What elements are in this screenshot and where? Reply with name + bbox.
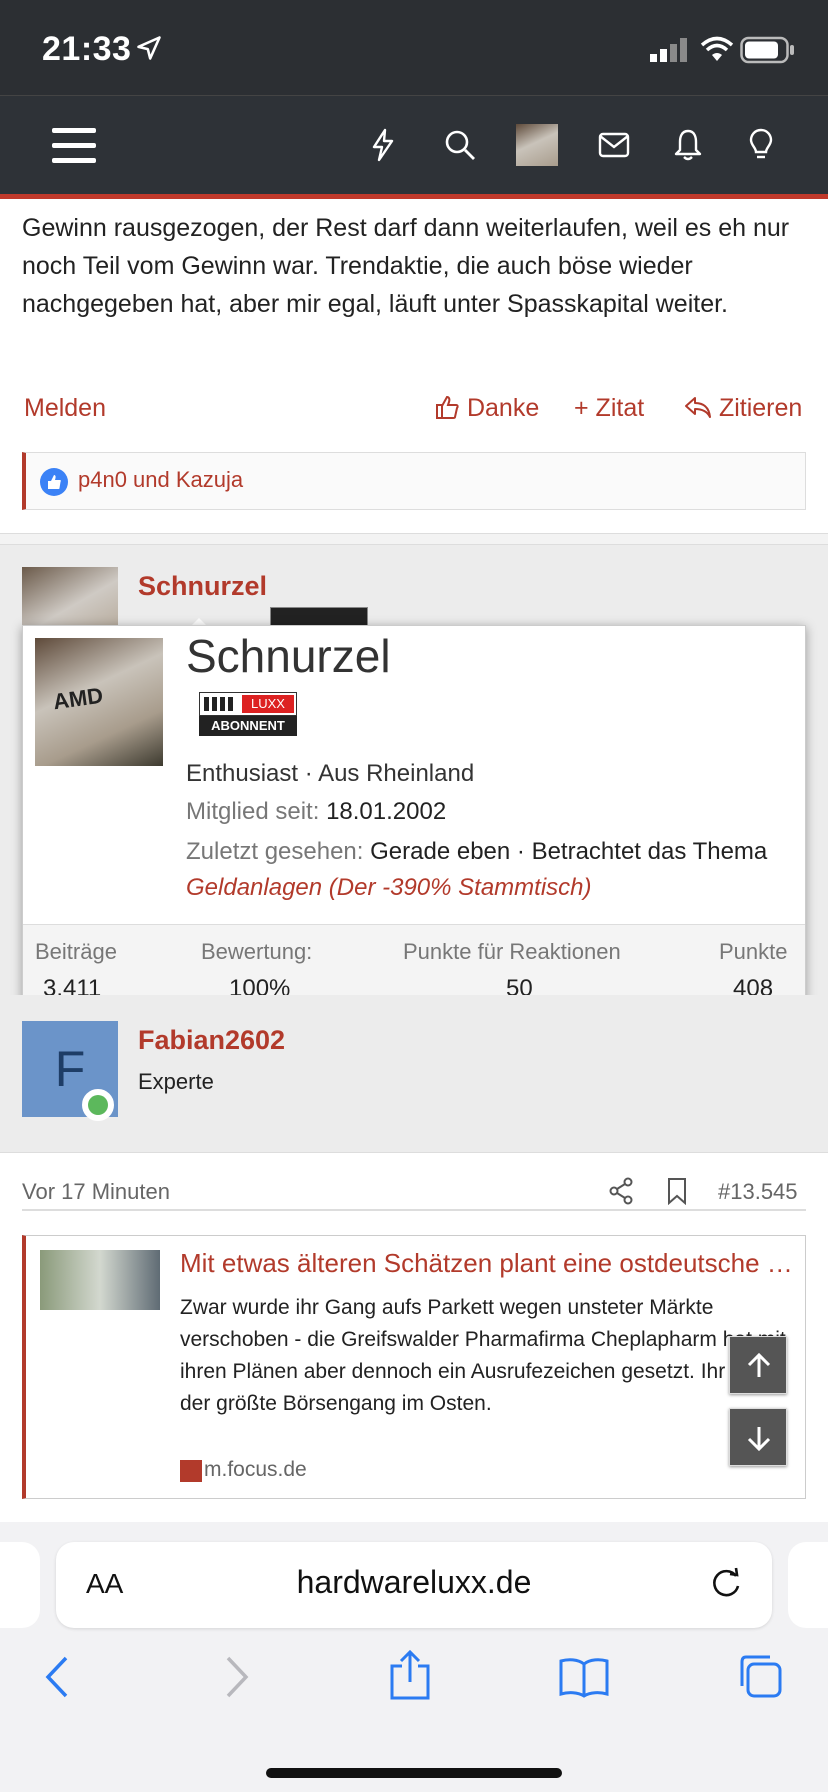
battery-icon: [740, 36, 794, 64]
avatar-caption: AMD: [51, 682, 105, 715]
thumbs-up-icon: [436, 395, 459, 419]
thanks-button[interactable]: Danke: [434, 394, 539, 423]
share-icon[interactable]: [608, 1177, 634, 1205]
bookmark-icon[interactable]: [666, 1177, 688, 1205]
reload-icon[interactable]: [708, 1566, 744, 1602]
share-sheet-icon[interactable]: [388, 1648, 432, 1700]
reply-label: Zitieren: [718, 394, 803, 422]
link-preview-image: [40, 1250, 160, 1310]
forum-navbar: [0, 95, 828, 197]
thanks-label: Danke: [466, 394, 540, 422]
lightning-icon[interactable]: [370, 128, 396, 162]
search-icon[interactable]: [444, 129, 476, 161]
address-bar[interactable]: AA hardwareluxx.de: [56, 1542, 772, 1628]
last-seen-label: Zuletzt gesehen:: [186, 838, 364, 865]
hamburger-menu-icon[interactable]: [52, 126, 96, 166]
member-since-label: Mitglied seit:: [186, 798, 320, 825]
link-preview-title[interactable]: Mit etwas älteren Schätzen plant eine os…: [180, 1248, 800, 1279]
post-username[interactable]: Fabian2602: [138, 1025, 285, 1056]
member-avatar[interactable]: AMD: [35, 638, 163, 766]
wifi-icon: [700, 36, 734, 61]
report-link[interactable]: Melden: [24, 394, 106, 423]
inbox-icon[interactable]: [598, 132, 630, 158]
user-role: Experte: [138, 1069, 214, 1094]
stat-points-label: Punkte: [719, 939, 788, 964]
reply-quote-button[interactable]: Zitieren: [684, 394, 802, 423]
badge-top-text: LUXX: [242, 695, 294, 713]
reply-icon: [685, 397, 711, 418]
post-body-text: Gewinn rausgezogen, der Rest darf dann w…: [22, 214, 790, 318]
link-preview-description: Zwar wurde ihr Gang aufs Parkett wegen u…: [180, 1296, 786, 1415]
home-indicator[interactable]: [266, 1768, 562, 1778]
user-online-icon: [88, 1095, 108, 1115]
arrow-down-icon: [747, 1427, 771, 1452]
next-tab-preview[interactable]: [788, 1542, 828, 1628]
lightbulb-icon[interactable]: [748, 128, 774, 162]
post-separator: [0, 533, 828, 545]
tabs-icon[interactable]: [736, 1652, 784, 1700]
last-seen-value: Gerade eben · Betrachtet das: [370, 838, 687, 865]
member-rank-location: Enthusiast · Aus Rheinland: [186, 760, 475, 787]
previous-tab-preview[interactable]: [0, 1542, 40, 1628]
forward-icon[interactable]: [222, 1654, 252, 1700]
member-since-value: 18.01.2002: [326, 798, 447, 825]
post-body: Vor 17 Minuten #13.545 Mit etwas älteren…: [0, 1152, 828, 1522]
online-status-badge: [82, 1089, 114, 1121]
stat-rating-label: Bewertung:: [201, 939, 313, 964]
reactions-users[interactable]: p4n0 und Kazuja: [78, 467, 243, 493]
status-bar: 21:33: [0, 0, 828, 95]
scroll-up-button[interactable]: [729, 1336, 787, 1394]
last-seen: Zuletzt gesehen: Gerade eben · Betrachte…: [186, 834, 786, 906]
bell-icon[interactable]: [674, 128, 702, 162]
browser-toolbar: [0, 1632, 828, 1792]
quote-plus-button[interactable]: + Zitat: [574, 394, 644, 423]
arrow-up-icon: [747, 1352, 771, 1377]
post-previous: Gewinn rausgezogen, der Rest darf dann w…: [0, 199, 828, 533]
badge-bottom-text: ABONNENT: [199, 716, 297, 736]
link-preview-source: m.focus.de: [204, 1458, 307, 1481]
signal-icon: [650, 38, 687, 62]
member-tooltip: AMD Schnurzel LUXX ABONNENT Enthusiast ·…: [22, 625, 806, 1017]
browser-address-area: AA hardwareluxx.de: [0, 1522, 828, 1632]
reactions-bar[interactable]: p4n0 und Kazuja: [22, 452, 806, 510]
member-since: Mitglied seit: 18.01.2002: [186, 798, 446, 826]
source-favicon-icon: [180, 1460, 202, 1482]
post-meta: Vor 17 Minuten #13.545: [22, 1177, 806, 1211]
stat-reactions-label: Punkte für Reaktionen: [403, 939, 621, 964]
scroll-down-button[interactable]: [729, 1408, 787, 1466]
user-avatar[interactable]: [516, 124, 558, 166]
post-username[interactable]: Schnurzel: [138, 571, 267, 602]
last-seen-thread-link[interactable]: Geldanlagen (Der -390% Stammtisch): [186, 874, 592, 901]
bookmarks-icon[interactable]: [558, 1656, 610, 1698]
post-user-block: F Fabian2602 Experte: [0, 995, 828, 1152]
post-number[interactable]: #13.545: [718, 1179, 798, 1205]
luxx-abonnent-badge: LUXX ABONNENT: [199, 692, 297, 738]
status-time: 21:33: [42, 30, 132, 68]
last-seen-thread-prefix: Thema: [692, 838, 768, 865]
post-time[interactable]: Vor 17 Minuten: [22, 1179, 170, 1205]
stat-posts-label: Beiträge: [35, 939, 117, 964]
like-reaction-icon: [40, 468, 68, 496]
location-arrow-icon: [137, 36, 161, 60]
url-text[interactable]: hardwareluxx.de: [56, 1564, 772, 1601]
link-preview[interactable]: Mit etwas älteren Schätzen plant eine os…: [22, 1235, 806, 1499]
member-name[interactable]: Schnurzel: [186, 629, 391, 683]
back-icon[interactable]: [42, 1654, 72, 1700]
